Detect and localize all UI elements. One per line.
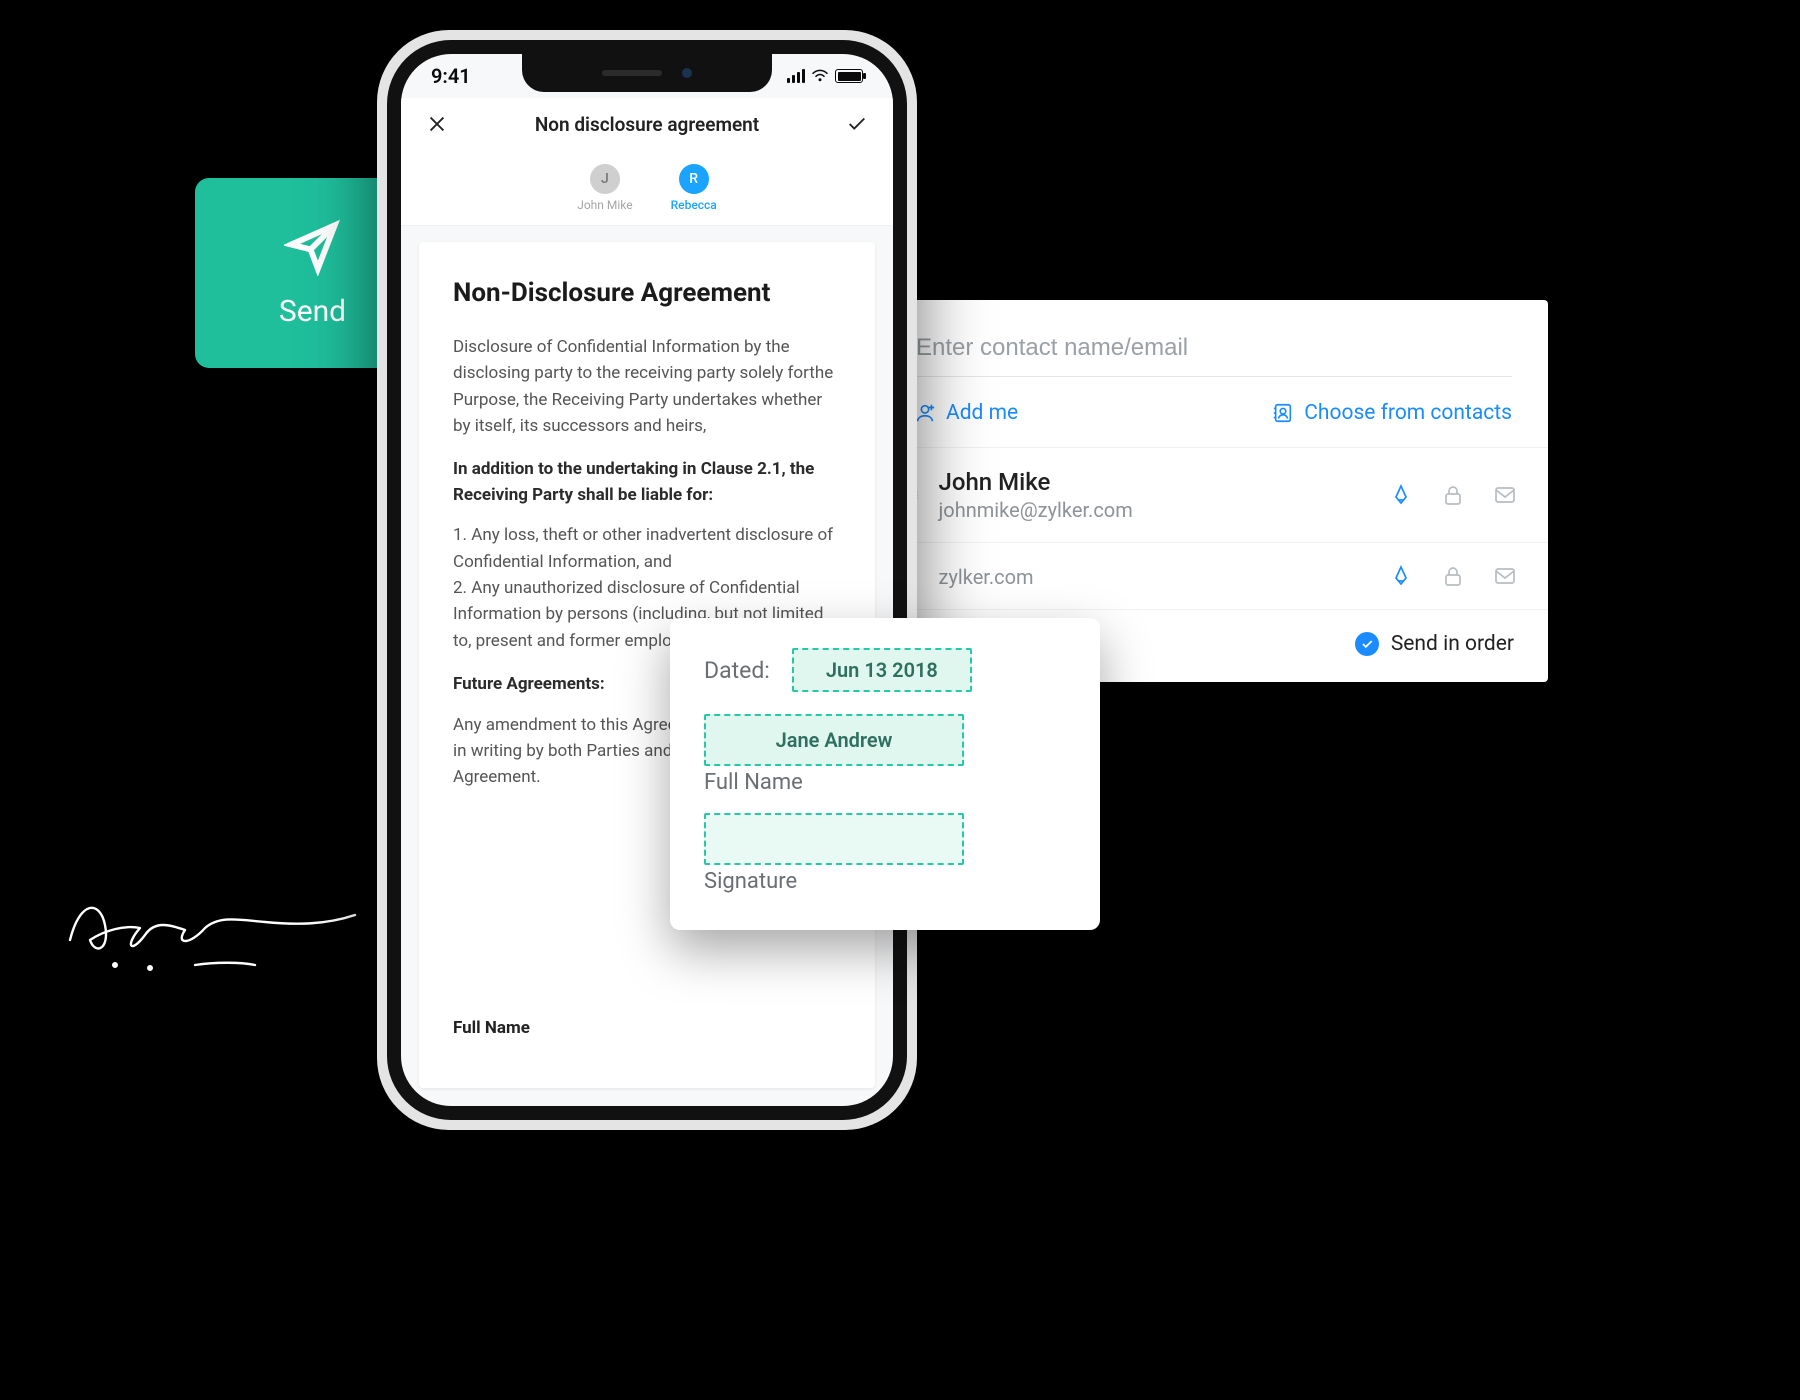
- send-in-order-label: Send in order: [1391, 632, 1514, 656]
- signature-field[interactable]: [704, 813, 964, 865]
- contact-search-wrap: [878, 300, 1548, 395]
- signer-row: J John Mike R Rebecca: [401, 150, 893, 226]
- contact-email: zylker.com: [939, 565, 1370, 589]
- date-field[interactable]: Jun 13 2018: [792, 648, 972, 692]
- nav-bar: Non disclosure agreement: [401, 98, 893, 150]
- cellular-icon: [787, 69, 805, 83]
- signer-name: John Mike: [577, 198, 632, 212]
- document-clause-heading: In addition to the undertaking in Clause…: [453, 457, 841, 508]
- avatar: R: [679, 164, 709, 194]
- lock-icon[interactable]: [1440, 563, 1466, 589]
- choose-contacts-button[interactable]: Choose from contacts: [1272, 401, 1512, 425]
- contact-email: johnmike@zylker.com: [939, 498, 1370, 522]
- wifi-icon: [811, 64, 829, 88]
- signature-fields-card: Dated: Jun 13 2018 Jane Andrew Full Name…: [670, 618, 1100, 930]
- contact-quick-actions: Add me Choose from contacts: [878, 395, 1548, 447]
- full-name-caption: Full Name: [704, 770, 1066, 795]
- add-me-button[interactable]: Add me: [914, 401, 1018, 425]
- mail-icon[interactable]: [1492, 563, 1518, 589]
- contact-info: zylker.com: [939, 563, 1370, 589]
- signer-chip[interactable]: R Rebecca: [671, 164, 717, 212]
- phone-notch: [522, 54, 772, 92]
- dated-label: Dated:: [704, 657, 770, 684]
- nav-title: Non disclosure agreement: [535, 113, 759, 136]
- contact-search-input[interactable]: [914, 328, 1512, 377]
- contact-row[interactable]: ≡ John Mike johnmike@zylker.com: [878, 447, 1548, 542]
- document-field-label: Full Name: [453, 1018, 530, 1038]
- choose-contacts-label: Choose from contacts: [1304, 401, 1512, 425]
- phone-frame: 9:41 Non disclosure agreement J John Mik…: [377, 30, 917, 1130]
- signature-caption: Signature: [704, 869, 1066, 894]
- document-paragraph: Disclosure of Confidential Information b…: [453, 334, 841, 439]
- paper-plane-icon: [284, 218, 342, 280]
- battery-icon: [835, 69, 863, 83]
- pen-icon[interactable]: [1388, 482, 1414, 508]
- add-me-label: Add me: [946, 401, 1018, 425]
- signer-chip[interactable]: J John Mike: [577, 164, 632, 212]
- contact-name: John Mike: [939, 468, 1370, 496]
- check-icon[interactable]: [845, 112, 869, 136]
- close-icon[interactable]: [425, 112, 449, 136]
- status-time: 9:41: [431, 64, 471, 88]
- avatar: J: [590, 164, 620, 194]
- check-circle-icon: [1355, 632, 1379, 656]
- handwritten-signature: [55, 870, 375, 980]
- signer-name: Rebecca: [671, 198, 717, 212]
- mail-icon[interactable]: [1492, 482, 1518, 508]
- lock-icon[interactable]: [1440, 482, 1466, 508]
- pen-icon[interactable]: [1388, 563, 1414, 589]
- document-title: Non-Disclosure Agreement: [453, 278, 841, 308]
- phone-screen: 9:41 Non disclosure agreement J John Mik…: [401, 54, 893, 1106]
- full-name-field[interactable]: Jane Andrew: [704, 714, 964, 766]
- contact-actions: [1388, 563, 1518, 589]
- contact-info: John Mike johnmike@zylker.com: [939, 468, 1370, 522]
- contact-actions: [1388, 482, 1518, 508]
- contact-row[interactable]: ≡ zylker.com: [878, 542, 1548, 609]
- send-label: Send: [279, 294, 346, 329]
